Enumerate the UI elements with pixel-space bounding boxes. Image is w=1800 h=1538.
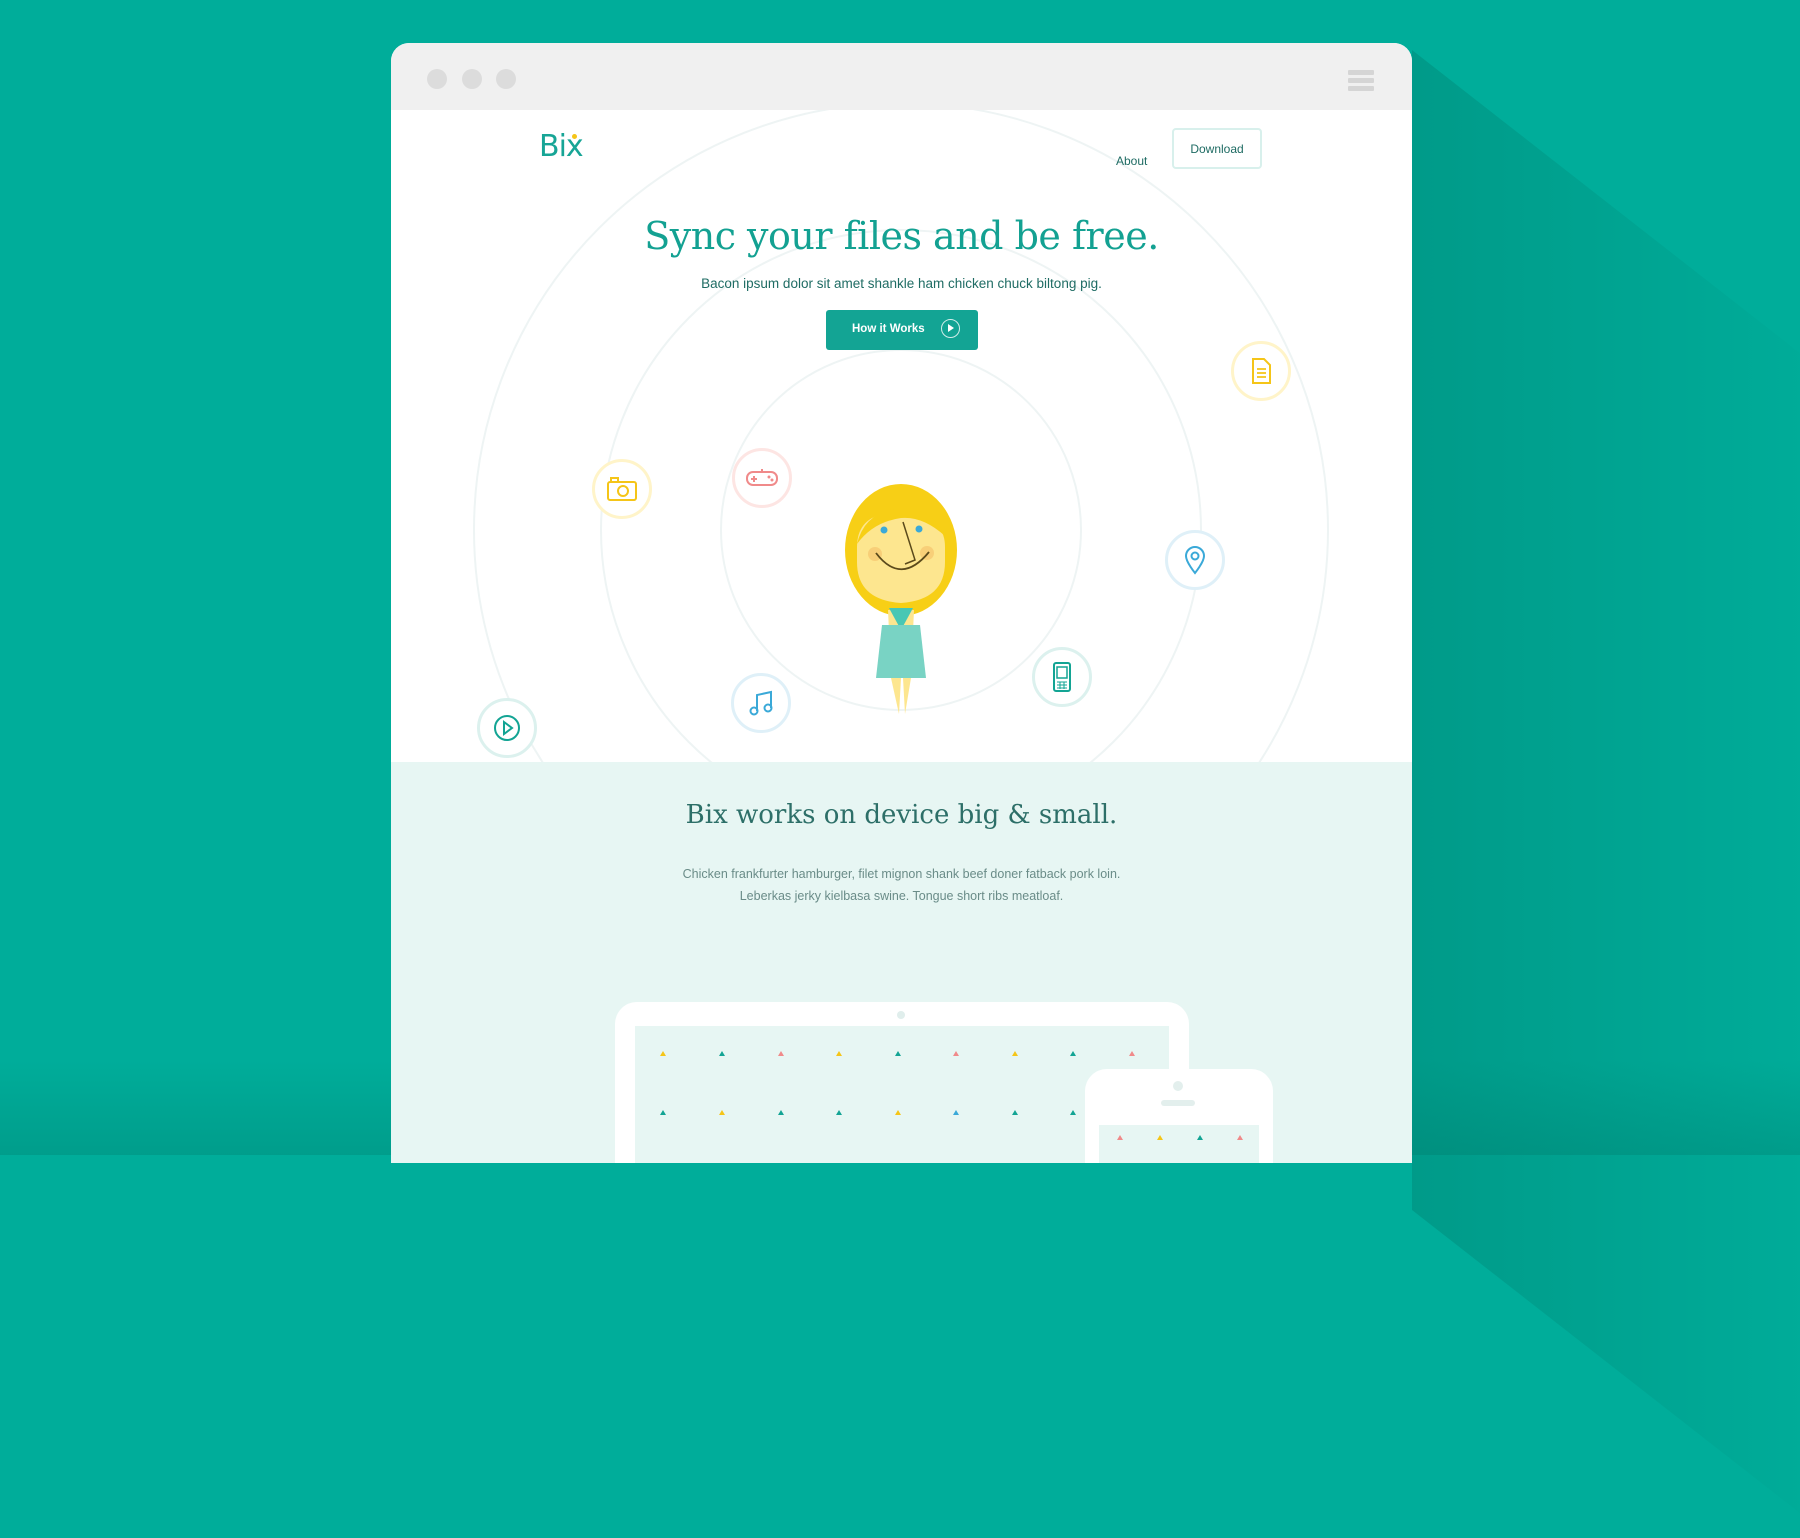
cta-label: How it Works bbox=[852, 323, 925, 335]
pattern-triangle bbox=[836, 1110, 842, 1115]
gamepad-icon bbox=[732, 448, 792, 508]
phone-icon bbox=[1032, 647, 1092, 707]
pattern-triangle bbox=[1237, 1135, 1243, 1140]
pattern-triangle bbox=[1157, 1135, 1163, 1140]
hero-section: Bix About Download Sync your files and b… bbox=[391, 110, 1412, 762]
how-it-works-button[interactable]: How it Works bbox=[826, 310, 978, 350]
laptop-camera bbox=[897, 1011, 905, 1019]
pattern-triangle bbox=[719, 1051, 725, 1056]
play-circle-icon bbox=[941, 319, 960, 338]
play-icon bbox=[477, 698, 537, 758]
pattern-triangle bbox=[660, 1051, 666, 1056]
devices-title: Bix works on device big & small. bbox=[685, 800, 1118, 830]
pattern-triangle bbox=[1117, 1135, 1123, 1140]
pattern-triangle bbox=[895, 1110, 901, 1115]
document-icon bbox=[1231, 341, 1291, 401]
phone-speaker bbox=[1161, 1100, 1195, 1106]
pattern-triangle bbox=[836, 1051, 842, 1056]
pattern-triangle bbox=[778, 1110, 784, 1115]
hero-title: Sync your files and be free. bbox=[644, 214, 1159, 258]
pattern-triangle bbox=[1129, 1051, 1135, 1056]
browser-window: Bix About Download Sync your files and b… bbox=[391, 43, 1412, 1163]
pattern-triangle bbox=[1070, 1110, 1076, 1115]
window-minimize-dot[interactable] bbox=[462, 69, 482, 89]
pattern-triangle bbox=[895, 1051, 901, 1056]
phone-camera bbox=[1173, 1081, 1183, 1091]
camera-icon bbox=[592, 459, 652, 519]
devices-section: Bix works on device big & small. Chicken… bbox=[391, 762, 1412, 1163]
logo-dot bbox=[572, 134, 577, 139]
pattern-triangle bbox=[953, 1110, 959, 1115]
pattern-triangle bbox=[1012, 1110, 1018, 1115]
hamburger-menu-icon[interactable] bbox=[1348, 70, 1374, 94]
phone-illustration bbox=[1085, 1069, 1273, 1163]
girl-illustration bbox=[845, 484, 957, 714]
map-pin-icon bbox=[1165, 530, 1225, 590]
pattern-triangle bbox=[660, 1110, 666, 1115]
phone-screen bbox=[1099, 1125, 1259, 1163]
window-close-dot[interactable] bbox=[427, 69, 447, 89]
pattern-triangle bbox=[1197, 1135, 1203, 1140]
browser-titlebar bbox=[391, 43, 1412, 110]
window-maximize-dot[interactable] bbox=[496, 69, 516, 89]
pattern-triangle bbox=[953, 1051, 959, 1056]
pattern-triangle bbox=[1012, 1051, 1018, 1056]
pattern-triangle bbox=[719, 1110, 725, 1115]
nav-about-link[interactable]: About bbox=[1116, 154, 1147, 168]
hero-subtitle: Bacon ipsum dolor sit amet shankle ham c… bbox=[701, 276, 1102, 291]
pattern-triangle bbox=[1070, 1051, 1076, 1056]
pattern-triangle bbox=[778, 1051, 784, 1056]
music-icon bbox=[731, 673, 791, 733]
nav-download-button[interactable]: Download bbox=[1172, 128, 1262, 169]
devices-text-line-2: Leberkas jerky kielbasa swine. Tongue sh… bbox=[739, 889, 1064, 903]
window-shadow bbox=[1412, 50, 1800, 1538]
devices-text-line-1: Chicken frankfurter hamburger, filet mig… bbox=[682, 867, 1121, 881]
